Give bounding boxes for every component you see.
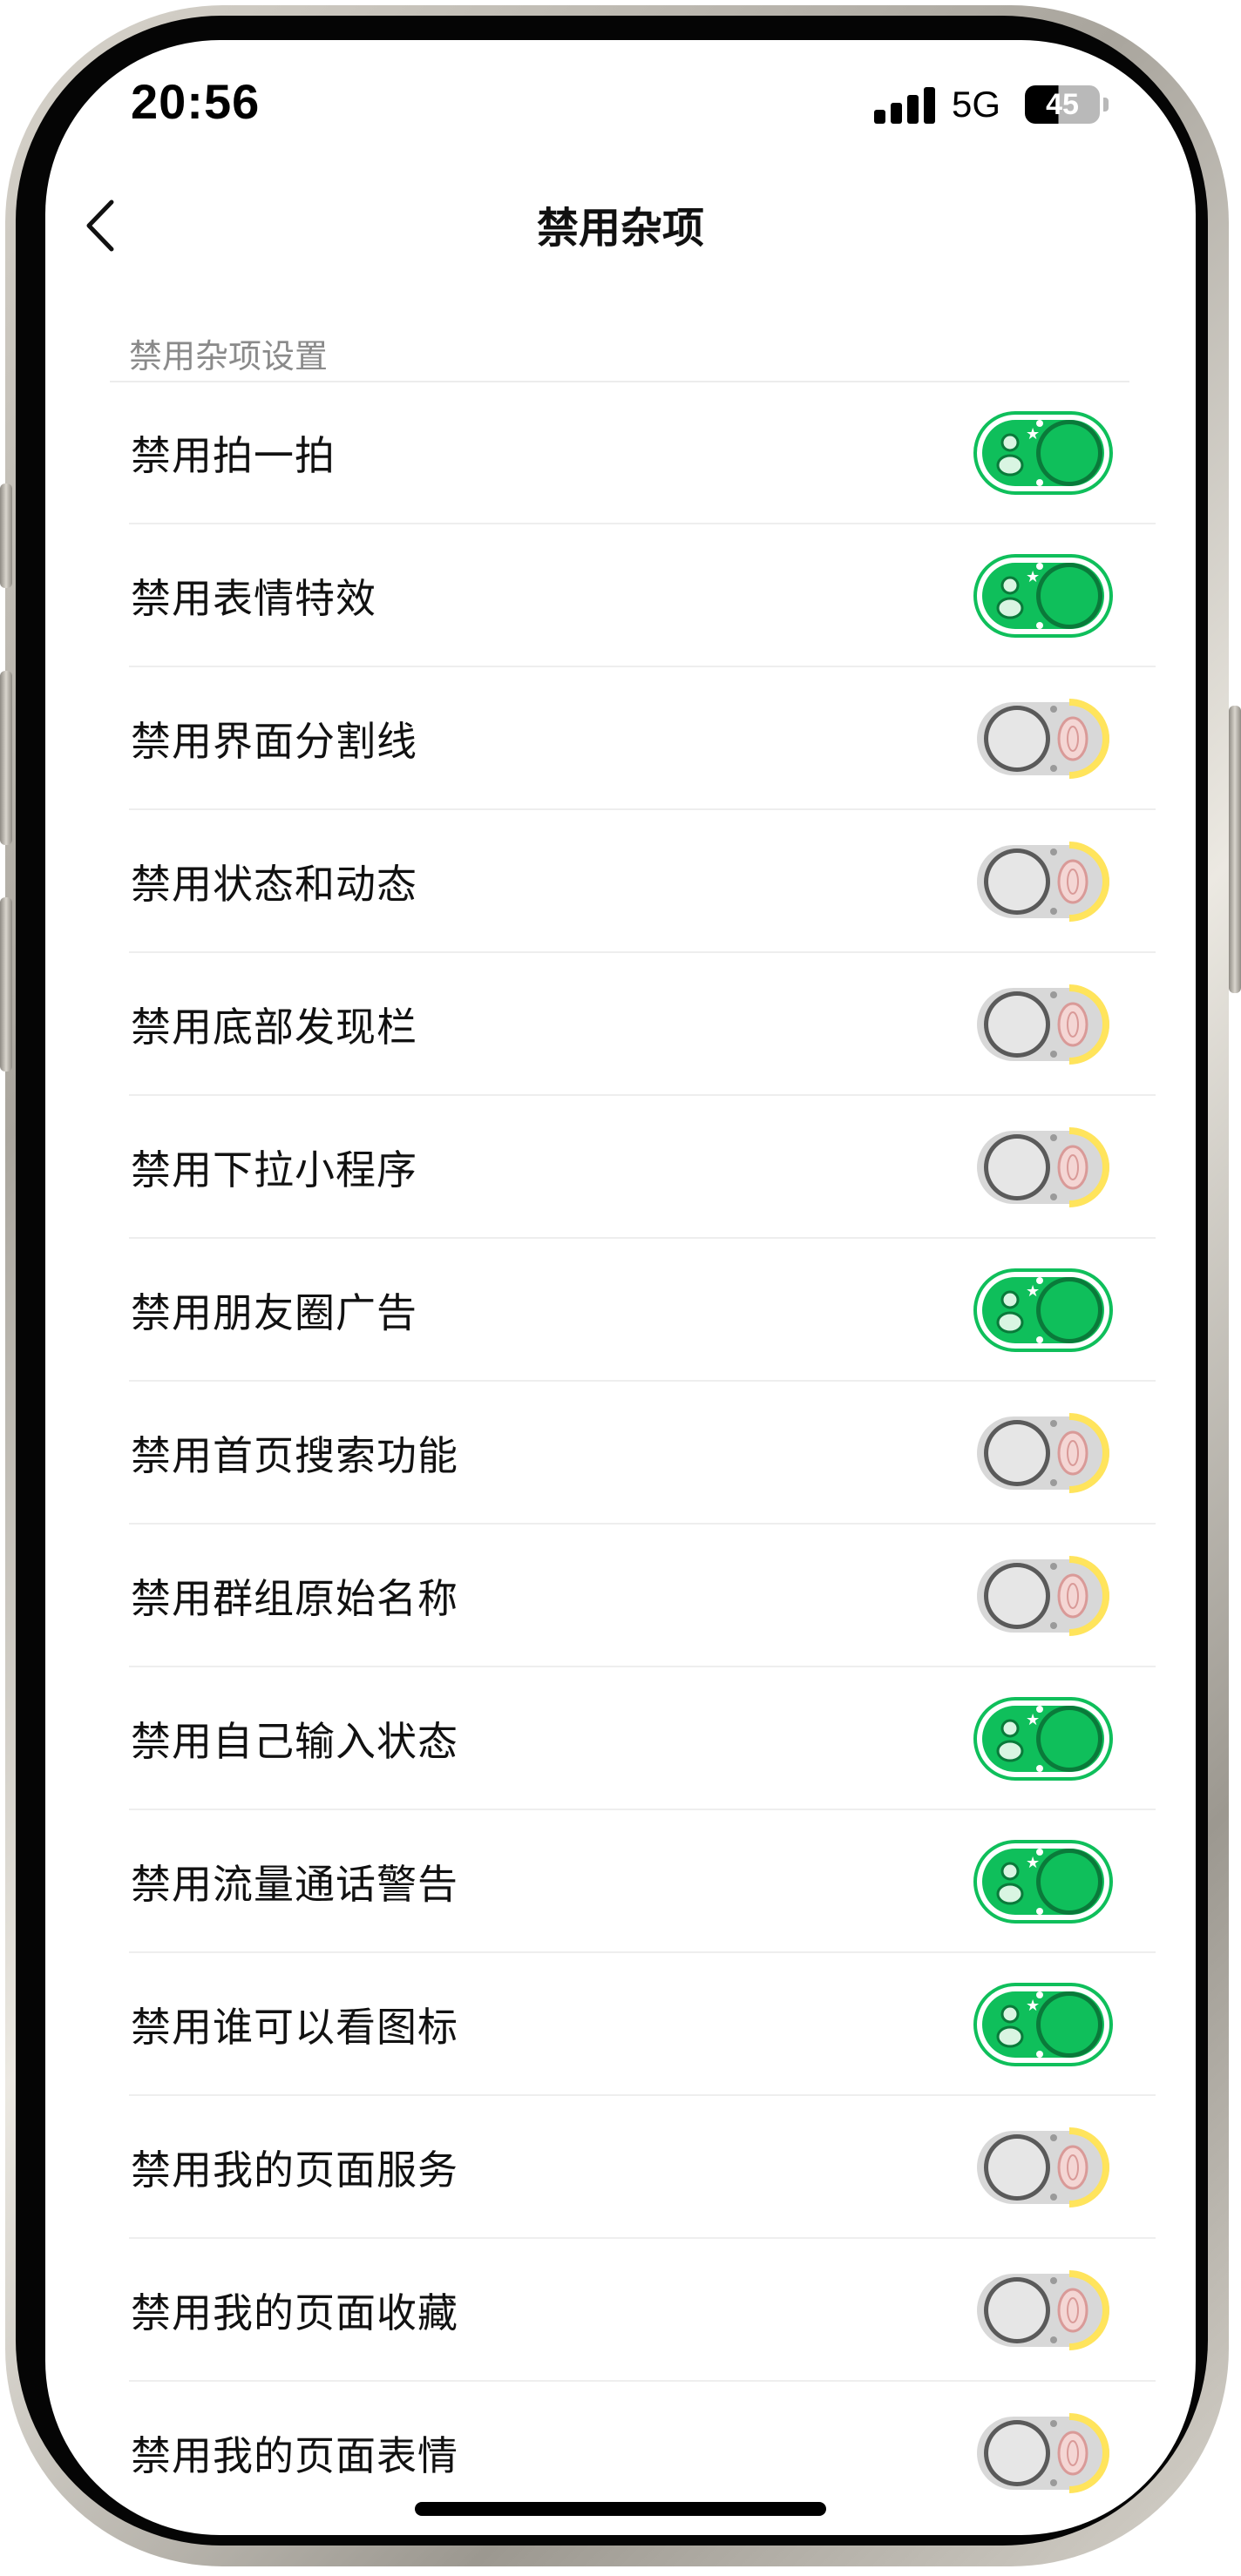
setting-label: 禁用自己输入状态 <box>131 1718 458 1765</box>
toggle-off-icon <box>977 842 1109 922</box>
status-time: 20:56 <box>131 74 261 129</box>
setting-label: 禁用拍一拍 <box>131 432 336 479</box>
setting-row: 禁用谁可以看图标 ★ <box>0 1953 1241 2096</box>
setting-label: 禁用下拉小程序 <box>131 1146 417 1193</box>
toggle-on-icon: ★ <box>973 1983 1113 2066</box>
setting-row: 禁用底部发现栏 <box>0 953 1241 1096</box>
toggle-switch-off[interactable] <box>973 1410 1113 1497</box>
setting-row: 禁用群组原始名称 <box>0 1525 1241 1667</box>
toggle-off-icon <box>977 2127 1109 2208</box>
toggle-switch-off[interactable] <box>973 1552 1113 1640</box>
toggle-switch-off[interactable] <box>973 695 1113 782</box>
toggle-off-icon <box>977 699 1109 779</box>
toggle-switch-on[interactable]: ★ <box>973 1981 1113 2068</box>
setting-label: 禁用我的页面表情 <box>131 2432 458 2479</box>
toggle-off-icon <box>977 2413 1109 2493</box>
svg-text:★: ★ <box>1026 1711 1040 1729</box>
setting-row: 禁用我的页面收藏 <box>0 2239 1241 2382</box>
toggle-on-icon: ★ <box>973 554 1113 638</box>
toggle-off-icon <box>977 984 1109 1065</box>
setting-row: 禁用朋友圈广告 ★ <box>0 1239 1241 1382</box>
setting-label: 禁用朋友圈广告 <box>131 1289 417 1336</box>
setting-label: 禁用群组原始名称 <box>131 1575 458 1622</box>
toggle-on-icon: ★ <box>973 411 1113 495</box>
toggle-switch-on[interactable]: ★ <box>973 1838 1113 1925</box>
toggle-on-icon: ★ <box>973 1840 1113 1924</box>
svg-text:★: ★ <box>1026 1997 1040 2015</box>
setting-row: 禁用界面分割线 <box>0 667 1241 810</box>
signal-icon <box>874 85 937 124</box>
toggle-switch-on[interactable]: ★ <box>973 409 1113 497</box>
setting-label: 禁用表情特效 <box>131 575 376 622</box>
toggle-on-icon: ★ <box>973 1697 1113 1781</box>
phone-screenshot: 20:56 5G 45 禁用杂项 禁用杂项设置 禁用拍一拍 ★ 禁用表情特效 ★ 禁用界… <box>0 0 1241 2576</box>
setting-row: 禁用下拉小程序 <box>0 1096 1241 1239</box>
setting-row: 禁用状态和动态 <box>0 810 1241 953</box>
svg-text:★: ★ <box>1026 1282 1040 1301</box>
setting-label: 禁用首页搜索功能 <box>131 1432 458 1479</box>
setting-row: 禁用拍一拍 ★ <box>0 382 1241 524</box>
settings-list: 禁用拍一拍 ★ 禁用表情特效 ★ 禁用界面分割线 禁用状态和动态 禁用底部发现栏 禁用下拉小程… <box>0 382 1241 2525</box>
setting-label: 禁用我的页面服务 <box>131 2147 458 2194</box>
toggle-on-icon: ★ <box>973 1268 1113 1352</box>
battery-icon: 45 <box>1025 85 1100 124</box>
setting-label: 禁用流量通话警告 <box>131 1861 458 1908</box>
setting-row: 禁用流量通话警告 ★ <box>0 1810 1241 1953</box>
setting-row: 禁用我的页面服务 <box>0 2096 1241 2239</box>
setting-row: 禁用自己输入状态 ★ <box>0 1667 1241 1810</box>
toggle-switch-off[interactable] <box>973 981 1113 1068</box>
setting-label: 禁用我的页面收藏 <box>131 2289 458 2336</box>
page-title: 禁用杂项 <box>536 204 704 253</box>
setting-label: 禁用界面分割线 <box>131 718 417 765</box>
svg-text:★: ★ <box>1026 425 1040 443</box>
toggle-switch-on[interactable]: ★ <box>973 1267 1113 1354</box>
toggle-off-icon <box>977 1127 1109 1207</box>
network-type: 5G <box>952 84 1001 125</box>
toggle-switch-off[interactable] <box>973 2410 1113 2497</box>
toggle-off-icon <box>977 2270 1109 2350</box>
svg-text:★: ★ <box>1026 1854 1040 1872</box>
setting-row: 禁用首页搜索功能 <box>0 1382 1241 1525</box>
section-header: 禁用杂项设置 <box>129 337 329 375</box>
home-indicator[interactable] <box>415 2502 826 2516</box>
toggle-switch-off[interactable] <box>973 838 1113 925</box>
setting-label: 禁用底部发现栏 <box>131 1004 417 1051</box>
toggle-off-icon <box>977 1413 1109 1493</box>
toggle-switch-off[interactable] <box>973 1124 1113 1211</box>
toggle-switch-off[interactable] <box>973 2267 1113 2354</box>
setting-label: 禁用状态和动态 <box>131 861 417 908</box>
setting-label: 禁用谁可以看图标 <box>131 2004 458 2051</box>
svg-text:★: ★ <box>1026 568 1040 586</box>
toggle-switch-on[interactable]: ★ <box>973 1695 1113 1782</box>
battery-tip <box>1103 98 1109 112</box>
toggle-switch-off[interactable] <box>973 2124 1113 2211</box>
toggle-switch-on[interactable]: ★ <box>973 552 1113 639</box>
battery-level: 45 <box>1046 87 1079 121</box>
setting-row: 禁用表情特效 ★ <box>0 524 1241 667</box>
toggle-off-icon <box>977 1556 1109 1636</box>
